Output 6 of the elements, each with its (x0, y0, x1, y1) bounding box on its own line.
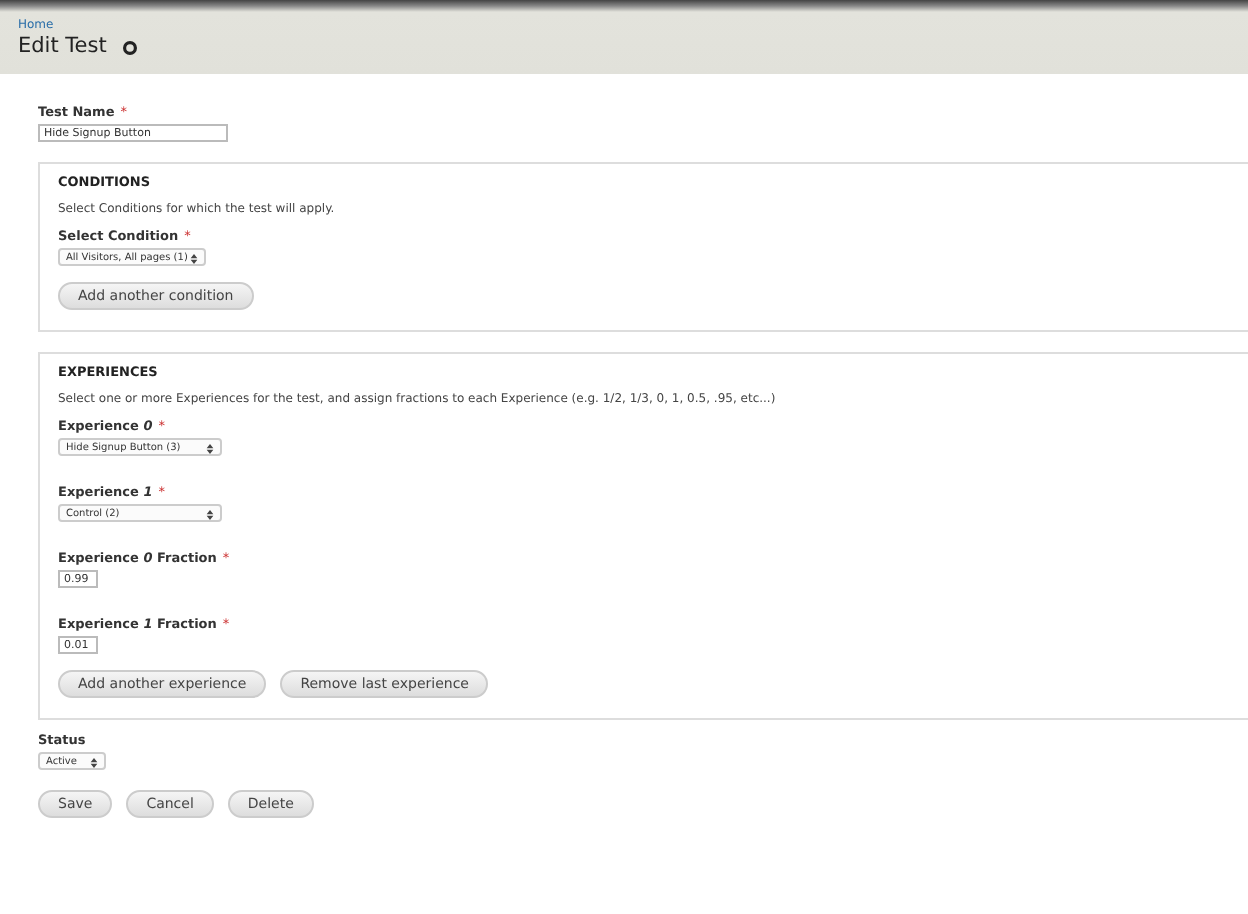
gear-icon[interactable] (122, 39, 139, 55)
select-arrows-icon (206, 509, 214, 519)
select-arrows-icon (90, 757, 98, 767)
select-arrows-icon (206, 443, 214, 453)
page-title: Edit Test (18, 34, 107, 60)
select-arrows-icon (190, 253, 198, 263)
